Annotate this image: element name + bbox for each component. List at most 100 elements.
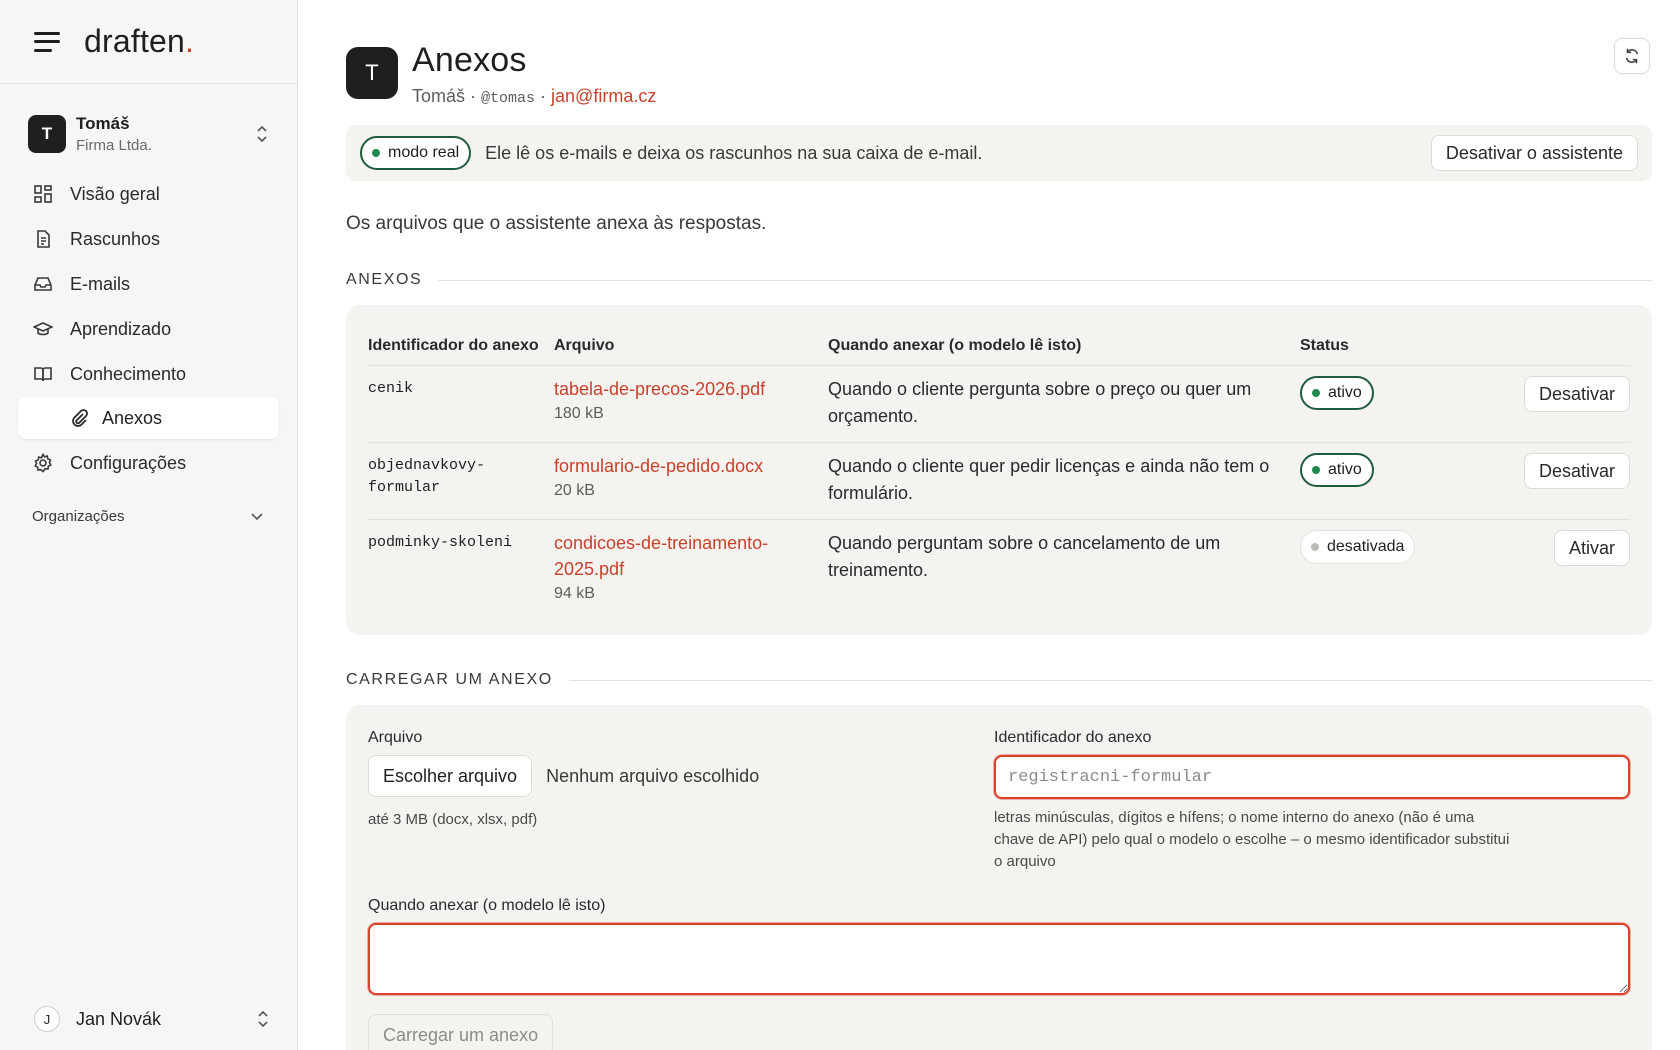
status-label: ativo bbox=[1328, 384, 1362, 401]
identifier-field-group: Identificador do anexo letras minúsculas… bbox=[994, 729, 1630, 873]
when-label: Quando anexar (o modelo lê isto) bbox=[368, 897, 606, 914]
logo[interactable]: draften. bbox=[84, 23, 194, 60]
deactivate-assistant-button[interactable]: Desativar o assistente bbox=[1430, 135, 1638, 171]
organizations-label: Organizações bbox=[32, 508, 125, 525]
upload-row: Arquivo Escolher arquivo Nenhum arquivo … bbox=[368, 729, 1630, 873]
file-link[interactable]: tabela-de-precos-2026.pdf bbox=[554, 376, 828, 402]
graduation-cap-icon bbox=[32, 318, 54, 340]
account-name: Tomáš bbox=[76, 114, 130, 133]
sidebar-item-attachments[interactable]: Anexos bbox=[18, 397, 279, 439]
action-cell: Ativar bbox=[1415, 520, 1630, 616]
page-subtitle: Tomáš · @tomas · jan@firma.cz bbox=[412, 86, 656, 107]
file-cell: formulario-de-pedido.docx 20 kB bbox=[554, 442, 828, 520]
column-header bbox=[1415, 325, 1630, 366]
when-text: Quando o cliente quer pedir licenças e a… bbox=[828, 442, 1300, 520]
identifier-hint: letras minúsculas, dígitos e hífens; o n… bbox=[994, 809, 1510, 870]
section-heading-attachments: ANEXOS bbox=[346, 271, 1652, 289]
user-menu[interactable]: J Jan Novák bbox=[0, 1006, 298, 1032]
column-header: Status bbox=[1300, 325, 1416, 366]
sidebar-item-label: Configurações bbox=[70, 452, 187, 473]
sidebar-item-overview[interactable]: Visão geral bbox=[18, 172, 279, 216]
sidebar-item-emails[interactable]: E-mails bbox=[18, 262, 279, 306]
file-link[interactable]: condicoes-de-treinamento-2025.pdf bbox=[554, 530, 808, 582]
user-avatar: J bbox=[34, 1006, 60, 1032]
status-dot bbox=[372, 149, 380, 157]
table-row: objednavkovy-formular formulario-de-pedi… bbox=[368, 442, 1630, 520]
action-cell: Desativar bbox=[1415, 365, 1630, 443]
page-title: Anexos bbox=[412, 41, 527, 79]
file-link[interactable]: formulario-de-pedido.docx bbox=[554, 453, 828, 479]
sidebar-item-learning[interactable]: Aprendizado bbox=[18, 307, 279, 351]
table-header-row: Identificador do anexo Arquivo Quando an… bbox=[368, 325, 1630, 366]
intro-text: Os arquivos que o assistente anexa às re… bbox=[346, 213, 767, 234]
sidebar-item-label: Aprendizado bbox=[70, 318, 172, 339]
menu-icon[interactable] bbox=[34, 31, 60, 52]
page-header: T Anexos Tomáš · @tomas · jan@firma.cz bbox=[346, 38, 1652, 107]
sidebar-item-knowledge[interactable]: Conhecimento bbox=[18, 352, 279, 396]
activate-button[interactable]: Ativar bbox=[1553, 530, 1630, 566]
header-text: Anexos Tomáš · @tomas · jan@firma.cz bbox=[412, 38, 656, 107]
divider bbox=[438, 279, 1652, 281]
deactivate-button[interactable]: Desativar bbox=[1523, 453, 1630, 489]
sidebar: draften. T Tomáš Firma Ltda. Visão geral… bbox=[0, 0, 298, 1050]
account-switcher[interactable]: T Tomáš Firma Ltda. bbox=[0, 84, 297, 172]
status-badge: ativo bbox=[1300, 376, 1374, 410]
file-size: 94 kB bbox=[554, 585, 595, 602]
when-textarea[interactable] bbox=[368, 923, 1630, 995]
attachment-identifier: podminky-skoleni bbox=[368, 534, 513, 551]
no-file-text: Nenhum arquivo escolhido bbox=[546, 765, 760, 786]
table-row: cenik tabela-de-precos-2026.pdf 180 kB Q… bbox=[368, 365, 1630, 443]
divider bbox=[568, 679, 1652, 681]
mode-label: modo real bbox=[388, 144, 460, 161]
dashboard-icon bbox=[32, 183, 54, 205]
header-handle: @tomas bbox=[481, 90, 536, 107]
sidebar-item-label: Anexos bbox=[102, 407, 163, 428]
status-label: desativada bbox=[1327, 538, 1405, 555]
account-avatar: T bbox=[28, 115, 66, 153]
status-badge: desativada bbox=[1300, 530, 1416, 564]
identifier-label: Identificador do anexo bbox=[994, 729, 1152, 746]
refresh-button[interactable] bbox=[1614, 38, 1650, 74]
sidebar-item-label: Conhecimento bbox=[70, 363, 187, 384]
inbox-icon bbox=[32, 273, 54, 295]
mode-banner: modo real Ele lê os e-mails e deixa os r… bbox=[346, 125, 1652, 181]
sidebar-item-label: Rascunhos bbox=[70, 228, 161, 249]
sidebar-item-settings[interactable]: Configurações bbox=[18, 441, 279, 485]
sidebar-item-drafts[interactable]: Rascunhos bbox=[18, 217, 279, 261]
sidebar-item-label: E-mails bbox=[70, 273, 131, 294]
mode-badge: modo real bbox=[360, 136, 472, 170]
section-label: ANEXOS bbox=[346, 271, 423, 288]
file-cell: tabela-de-precos-2026.pdf 180 kB bbox=[554, 365, 828, 443]
upload-attachment-button[interactable]: Carregar um anexo bbox=[368, 1014, 554, 1050]
status-dot bbox=[1311, 543, 1319, 551]
account-org: Firma Ltda. bbox=[76, 137, 152, 154]
attachment-identifier: cenik bbox=[368, 365, 554, 443]
refresh-icon bbox=[1625, 48, 1639, 64]
brand-bar: draften. bbox=[0, 0, 297, 84]
status-cell: desativada bbox=[1300, 520, 1416, 616]
identifier-input[interactable] bbox=[994, 755, 1630, 799]
section-heading-upload: CARREGAR UM ANEXO bbox=[346, 671, 1652, 689]
action-cell: Desativar bbox=[1415, 442, 1630, 520]
file-cell: condicoes-de-treinamento-2025.pdf 94 kB bbox=[554, 520, 828, 616]
main-content: T Anexos Tomáš · @tomas · jan@firma.cz m… bbox=[298, 0, 1680, 1050]
chevron-down-icon bbox=[251, 509, 263, 524]
attachments-card: Identificador do anexo Arquivo Quando an… bbox=[346, 305, 1652, 635]
header-email-link[interactable]: jan@firma.cz bbox=[551, 86, 656, 106]
header-user-name: Tomáš bbox=[412, 86, 466, 106]
choose-file-button[interactable]: Escolher arquivo bbox=[368, 755, 533, 797]
table-row: podminky-skoleni condicoes-de-treinament… bbox=[368, 520, 1630, 616]
file-size: 180 kB bbox=[554, 405, 604, 422]
organizations-toggle[interactable]: Organizações bbox=[0, 486, 297, 525]
chevron-updown-icon bbox=[256, 1009, 270, 1029]
attachment-identifier: objednavkovy-formular bbox=[368, 442, 554, 520]
user-name: Jan Novák bbox=[76, 1008, 162, 1029]
app-root: draften. T Tomáš Firma Ltda. Visão geral… bbox=[0, 0, 1680, 1050]
sidebar-item-label: Visão geral bbox=[70, 183, 160, 204]
deactivate-button[interactable]: Desativar bbox=[1523, 376, 1630, 412]
paperclip-icon bbox=[68, 407, 90, 429]
gear-icon bbox=[32, 452, 54, 474]
status-label: ativo bbox=[1328, 461, 1362, 478]
separator: · bbox=[465, 86, 482, 106]
when-text: Quando perguntam sobre o cancelamento de… bbox=[828, 533, 1221, 580]
